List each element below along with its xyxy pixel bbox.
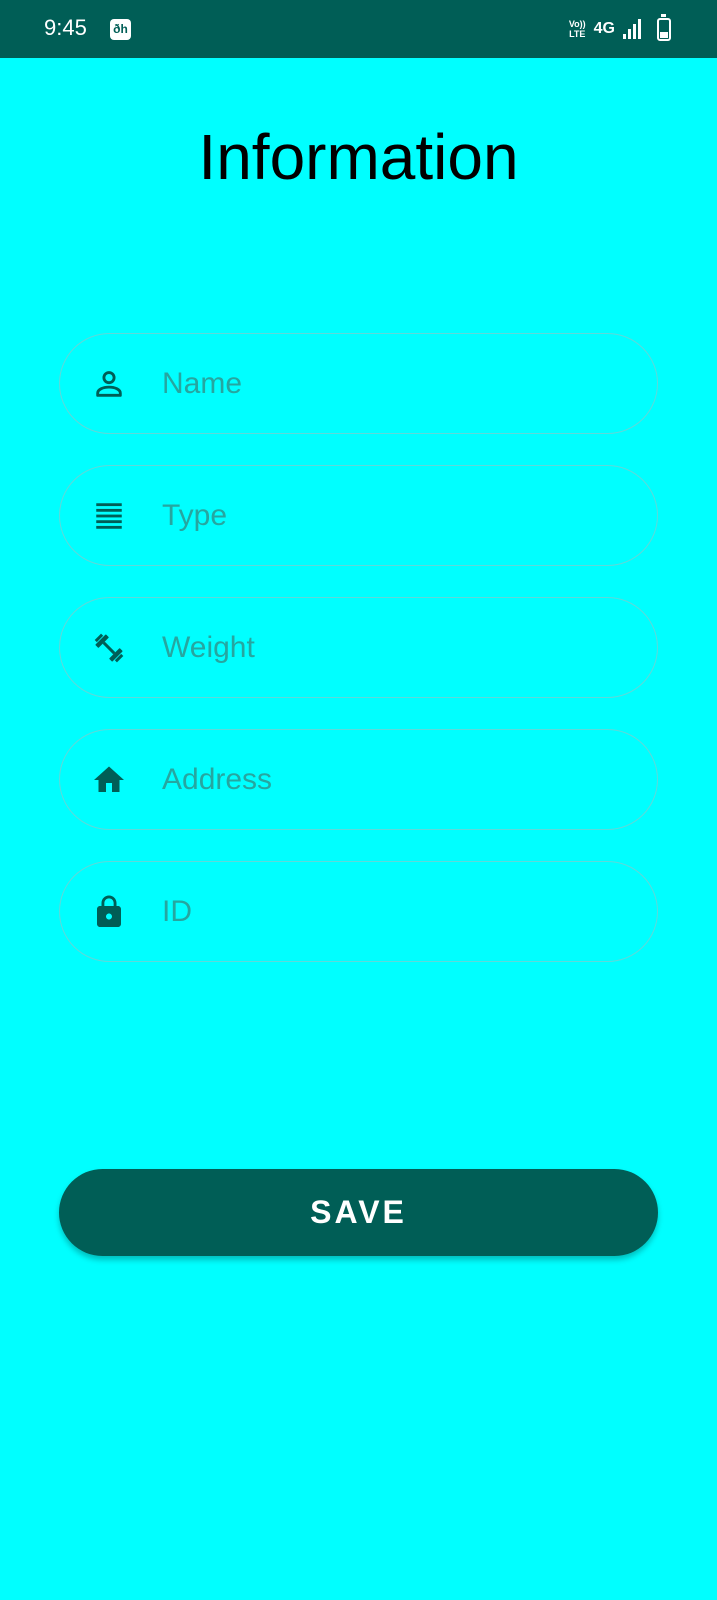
volte-icon: Vo)) LTE — [569, 19, 586, 39]
type-input[interactable] — [162, 466, 632, 565]
name-input[interactable] — [162, 334, 632, 433]
name-field[interactable] — [59, 333, 658, 434]
address-input[interactable] — [162, 730, 632, 829]
battery-icon — [657, 13, 671, 41]
weight-field[interactable] — [59, 597, 658, 698]
app-notification-icon: ðh — [110, 19, 131, 40]
dumbbell-icon — [90, 629, 128, 667]
volte-bottom-label: LTE — [569, 29, 586, 39]
signal-icon — [623, 19, 641, 39]
network-type-label: 4G — [593, 20, 615, 37]
volte-top-label: Vo)) — [568, 19, 586, 29]
lock-icon — [90, 893, 128, 931]
address-field[interactable] — [59, 729, 658, 830]
id-input[interactable] — [162, 862, 632, 961]
status-bar: 9:45 ðh Vo)) LTE 4G — [0, 0, 717, 58]
page-title: Information — [198, 121, 519, 193]
list-icon — [90, 497, 128, 535]
person-icon — [90, 365, 128, 403]
weight-input[interactable] — [162, 598, 632, 697]
status-indicators: Vo)) LTE 4G — [569, 13, 671, 44]
id-field[interactable] — [59, 861, 658, 962]
save-button[interactable]: SAVE — [59, 1169, 658, 1256]
status-time: 9:45 — [44, 15, 87, 40]
type-field[interactable] — [59, 465, 658, 566]
home-icon — [90, 761, 128, 799]
